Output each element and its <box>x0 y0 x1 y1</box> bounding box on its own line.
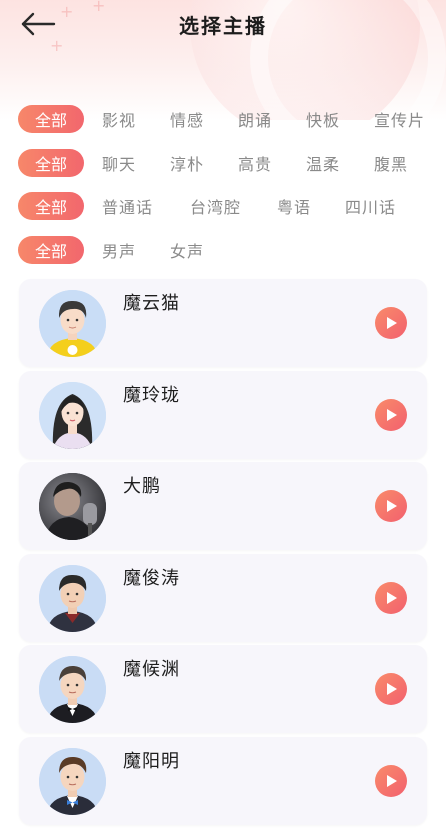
filter-option[interactable]: 四川话 <box>345 194 396 218</box>
filter-option[interactable]: 粤语 <box>277 194 345 218</box>
avatar <box>39 381 106 449</box>
play-icon <box>387 591 397 604</box>
filter-option[interactable]: 聊天 <box>102 151 170 175</box>
filter-option[interactable]: 高贵 <box>238 151 306 175</box>
anchor-name: 魔候渊 <box>123 659 180 681</box>
play-icon <box>387 408 397 421</box>
filter-option[interactable]: 宣传片 <box>374 107 425 131</box>
avatar <box>39 656 106 724</box>
anchor-name: 大鹏 <box>123 476 161 498</box>
play-button[interactable] <box>375 398 407 431</box>
anchor-card[interactable]: 魔候渊 <box>19 645 427 734</box>
anchor-card[interactable]: 大鹏 <box>19 462 427 551</box>
filter-row-mood: 全部 聊天 淳朴 高贵 温柔 腹黑 <box>18 148 446 178</box>
anchor-name: 魔阳明 <box>123 750 180 772</box>
avatar <box>39 747 106 815</box>
filter-option[interactable]: 女声 <box>170 238 204 262</box>
avatar <box>39 564 106 632</box>
play-icon <box>387 500 397 513</box>
play-icon <box>387 683 397 696</box>
filter-option[interactable]: 快板 <box>306 107 374 131</box>
avatar <box>39 473 106 541</box>
anchor-card[interactable]: 魔玲珑 <box>19 370 427 459</box>
filter-option[interactable]: 台湾腔 <box>190 194 277 218</box>
filter-row-gender: 全部 男声 女声 <box>18 235 446 265</box>
anchor-name: 魔玲珑 <box>123 384 180 406</box>
anchor-card[interactable]: 魔云猫 <box>19 279 427 367</box>
filter-row-style: 全部 影视 情感 朗诵 快板 宣传片 <box>18 104 446 134</box>
filter-option[interactable]: 男声 <box>102 238 170 262</box>
anchor-name: 魔云猫 <box>123 293 180 314</box>
anchor-card[interactable]: 魔阳明 <box>19 736 427 825</box>
filter-row-dialect: 全部 普通话 台湾腔 粤语 四川话 <box>18 191 446 221</box>
play-button[interactable] <box>375 673 407 706</box>
anchor-list: 魔云猫 魔玲珑 大鹏 魔俊涛 魔候渊 魔阳明 <box>19 279 427 829</box>
filter-all-chip[interactable]: 全部 <box>18 192 84 220</box>
filter-option[interactable]: 温柔 <box>306 151 374 175</box>
anchor-card[interactable]: 魔俊涛 <box>19 553 427 642</box>
filter-all-chip[interactable]: 全部 <box>18 235 84 264</box>
avatar <box>39 290 106 357</box>
play-button[interactable] <box>375 764 407 797</box>
filter-all-chip[interactable]: 全部 <box>18 148 84 177</box>
play-button[interactable] <box>375 581 407 614</box>
filter-option[interactable]: 淳朴 <box>170 151 238 175</box>
play-icon <box>387 774 397 787</box>
play-button[interactable] <box>375 307 407 339</box>
play-icon <box>387 317 397 329</box>
play-button[interactable] <box>375 490 407 523</box>
filter-option[interactable]: 腹黑 <box>374 151 408 175</box>
filter-option[interactable]: 普通话 <box>102 194 190 218</box>
filter-panel: 全部 影视 情感 朗诵 快板 宣传片 全部 聊天 淳朴 高贵 温柔 腹黑 全部 … <box>18 104 446 278</box>
filter-option[interactable]: 朗诵 <box>238 107 306 131</box>
filter-option[interactable]: 情感 <box>170 107 238 131</box>
anchor-name: 魔俊涛 <box>123 567 180 589</box>
page-title: 选择主播 <box>179 14 267 38</box>
filter-option[interactable]: 影视 <box>102 107 170 131</box>
filter-all-chip[interactable]: 全部 <box>18 105 84 133</box>
